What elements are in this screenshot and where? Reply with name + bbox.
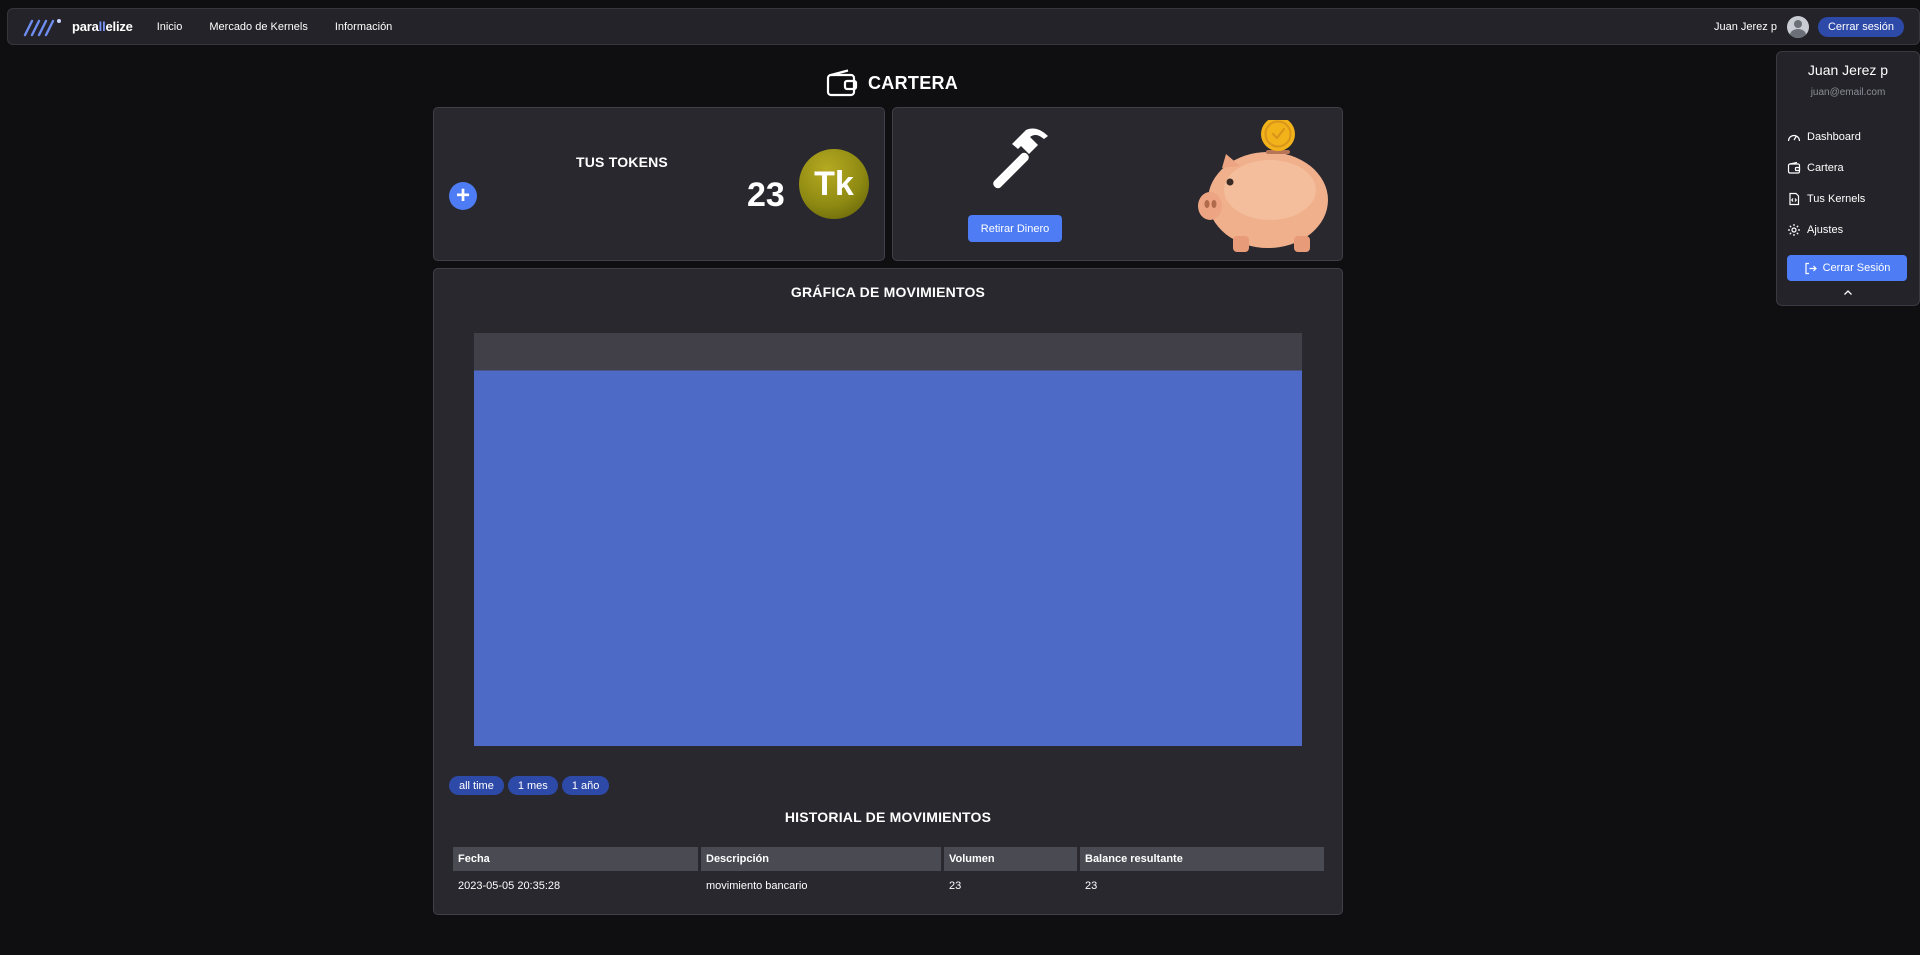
- range-button-1-ano[interactable]: 1 año: [561, 776, 610, 795]
- user-dropdown-menu: Juan Jerez p juan@email.com Dashboard Ca…: [1776, 51, 1920, 306]
- withdraw-button[interactable]: Retirar Dinero: [968, 215, 1062, 242]
- top-navbar: parallelize Inicio Mercado de Kernels In…: [7, 8, 1920, 45]
- add-tokens-button[interactable]: +: [449, 182, 477, 210]
- wallet-icon: [826, 69, 858, 97]
- dropdown-item-dashboard[interactable]: Dashboard: [1777, 121, 1919, 152]
- wallet-icon: [1787, 161, 1801, 174]
- tokens-card: + TUS TOKENS 23 Tk: [433, 107, 885, 261]
- hammer-icon: [993, 128, 1048, 189]
- chart-svg: [474, 370, 1302, 746]
- range-button-all-time[interactable]: all time: [449, 776, 504, 795]
- table-header-row: Fecha Descripción Volumen Balance result…: [453, 847, 1324, 871]
- dropdown-item-label: Cartera: [1807, 161, 1844, 174]
- dropdown-item-ajustes[interactable]: Ajustes: [1777, 214, 1919, 245]
- dropdown-logout-button[interactable]: Cerrar Sesión: [1787, 255, 1907, 281]
- column-header-descripcion[interactable]: Descripción: [701, 847, 941, 871]
- avatar[interactable]: [1786, 15, 1809, 38]
- range-button-1-mes[interactable]: 1 mes: [507, 776, 558, 795]
- column-header-balance[interactable]: Balance resultante: [1080, 847, 1324, 871]
- dropdown-item-tus-kernels[interactable]: Tus Kernels: [1777, 183, 1919, 214]
- dropdown-logout-label: Cerrar Sesión: [1822, 262, 1891, 274]
- gear-icon: [1788, 223, 1800, 236]
- chart-title: GRÁFICA DE MOVIMIENTOS: [790, 284, 986, 300]
- dropdown-item-label: Tus Kernels: [1807, 192, 1866, 205]
- history-table: Fecha Descripción Volumen Balance result…: [450, 847, 1327, 901]
- file-code-icon: [1789, 192, 1800, 205]
- nav-link-inicio[interactable]: Inicio: [157, 21, 183, 33]
- nav-user-area: Juan Jerez p Cerrar sesión: [1714, 15, 1904, 38]
- logout-icon: [1804, 262, 1817, 274]
- cell-balance: 23: [1085, 880, 1098, 892]
- movements-chart[interactable]: [474, 333, 1302, 746]
- brand-name: parallelize: [72, 19, 133, 34]
- brand-logo[interactable]: parallelize: [23, 17, 133, 37]
- token-coin-icon: Tk: [799, 149, 869, 219]
- nav-user-name[interactable]: Juan Jerez p: [1714, 21, 1777, 33]
- nav-links: Inicio Mercado de Kernels Información: [157, 21, 420, 33]
- parallelize-logo-icon: [23, 18, 61, 36]
- page-title: CARTERA: [826, 68, 958, 98]
- tokens-label: TUS TOKENS: [576, 154, 668, 170]
- gauge-icon: [1787, 134, 1801, 141]
- history-title: HISTORIAL DE MOVIMIENTOS: [784, 809, 992, 825]
- chart-range-buttons: all time 1 mes 1 año: [449, 776, 613, 795]
- movements-card: GRÁFICA DE MOVIMIENTOS all time 1 mes 1 …: [433, 268, 1343, 915]
- cell-descripcion: movimiento bancario: [706, 880, 808, 892]
- logout-button[interactable]: Cerrar sesión: [1817, 16, 1904, 37]
- withdraw-card: Retirar Dinero: [892, 107, 1343, 261]
- column-header-volumen[interactable]: Volumen: [944, 847, 1077, 871]
- dropdown-item-label: Dashboard: [1807, 130, 1861, 143]
- chart-area-series: [474, 370, 1302, 746]
- tokens-value: 23: [747, 176, 785, 214]
- cell-volumen: 23: [949, 880, 962, 892]
- chevron-up-icon[interactable]: [1777, 287, 1919, 299]
- column-header-fecha[interactable]: Fecha: [453, 847, 698, 871]
- piggy-bank-icon: [1198, 120, 1328, 252]
- dropdown-user-name: Juan Jerez p: [1807, 62, 1889, 78]
- nav-link-mercado[interactable]: Mercado de Kernels: [209, 21, 307, 33]
- dropdown-item-label: Ajustes: [1807, 223, 1844, 236]
- nav-link-informacion[interactable]: Información: [335, 21, 392, 33]
- table-row: 2023-05-05 20:35:28 movimiento bancario …: [453, 871, 1324, 901]
- cell-fecha: 2023-05-05 20:35:28: [458, 880, 561, 892]
- dropdown-user-email: juan@email.com: [1810, 87, 1886, 98]
- dropdown-item-cartera[interactable]: Cartera: [1777, 152, 1919, 183]
- page-title-text: CARTERA: [868, 72, 959, 93]
